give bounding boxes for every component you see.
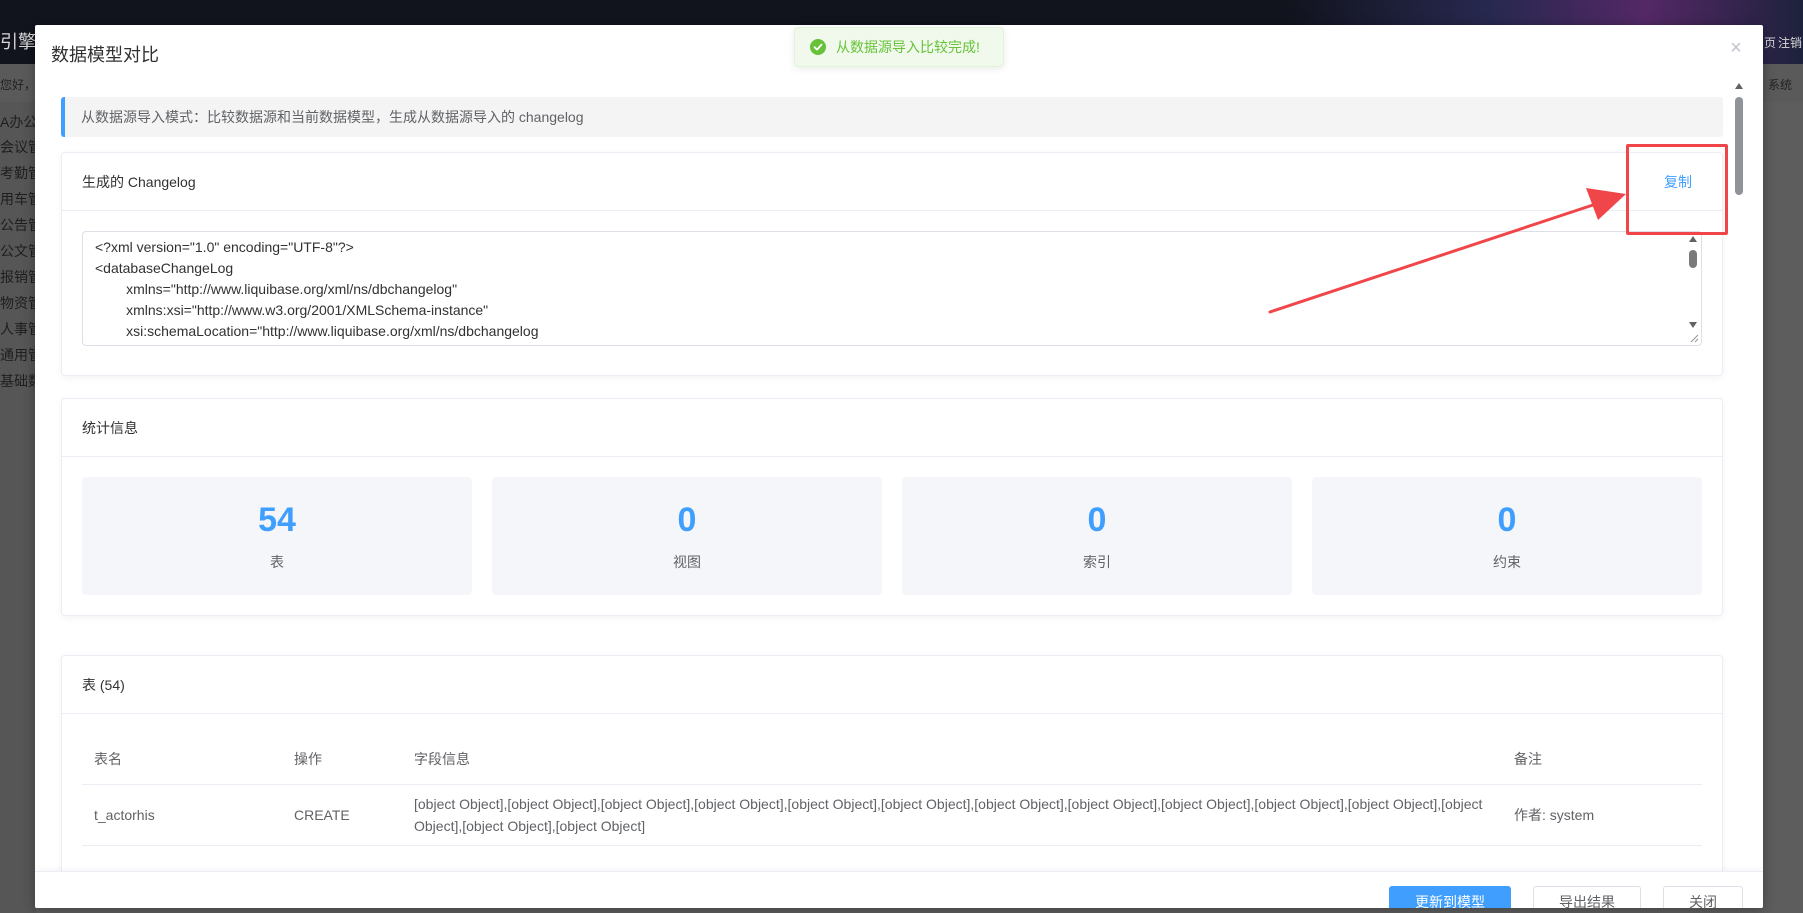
column-header-fields: 字段信息: [402, 734, 1502, 785]
menu-root[interactable]: A办公: [0, 112, 37, 132]
cell-table-name: t_actorhis: [82, 784, 282, 846]
cell-remark: 作者: system: [1502, 784, 1702, 846]
stats-card: 统计信息 54 表 0 视图 0 索引 0 约束: [61, 398, 1723, 616]
stat-tables: 54 表: [82, 477, 472, 595]
app-title: 引擎: [0, 32, 36, 52]
table-header-row: 表名 操作 字段信息 备注: [82, 734, 1702, 785]
cell-operation: CREATE: [282, 784, 402, 846]
copy-button[interactable]: 复制: [1664, 172, 1692, 192]
column-header-name: 表名: [82, 734, 282, 785]
success-toast: 从数据源导入比较完成!: [794, 27, 1004, 67]
scroll-up-icon[interactable]: [1689, 236, 1697, 242]
export-result-button[interactable]: 导出结果: [1533, 886, 1641, 908]
table-row[interactable]: t_actorhis CREATE [object Object],[objec…: [82, 784, 1702, 846]
changelog-textarea[interactable]: <?xml version="1.0" encoding="UTF-8"?> <d…: [82, 231, 1702, 346]
cell-fields: [object Object],[object Object],[object …: [402, 784, 1502, 846]
scroll-up-icon[interactable]: [1735, 83, 1743, 89]
stat-value: 0: [677, 501, 697, 539]
dialog-footer: 更新到模型 导出结果 关闭: [35, 871, 1763, 908]
close-icon[interactable]: ×: [1725, 37, 1747, 59]
stats-card-header: 统计信息: [62, 399, 1722, 457]
changelog-line: <?xml version="1.0" encoding="UTF-8"?>: [95, 239, 354, 255]
changelog-scrollbar[interactable]: [1689, 236, 1697, 340]
topbar-link-logout[interactable]: 注销: [1778, 34, 1802, 51]
scroll-thumb[interactable]: [1689, 250, 1697, 268]
stat-value: 0: [1087, 501, 1107, 539]
stats-grid: 54 表 0 视图 0 索引 0 约束: [82, 477, 1702, 595]
changelog-line: <databaseChangeLog: [95, 260, 234, 276]
system-settings-link[interactable]: 系统: [1768, 76, 1792, 93]
stat-constraints: 0 约束: [1312, 477, 1702, 595]
stat-label: 约束: [1493, 554, 1521, 570]
data-model-compare-dialog: 数据模型对比 × 从数据源导入模式：比较数据源和当前数据模型，生成从数据源导入的…: [35, 25, 1763, 908]
mode-info-text: 从数据源导入模式：比较数据源和当前数据模型，生成从数据源导入的 changelo…: [81, 109, 584, 125]
scroll-down-icon[interactable]: [1689, 322, 1697, 328]
stat-value: 54: [258, 501, 296, 539]
dialog-scrollbar[interactable]: [1735, 83, 1743, 867]
changelog-title: 生成的 Changelog: [82, 173, 196, 190]
column-header-remark: 备注: [1502, 734, 1702, 785]
stat-label: 索引: [1083, 554, 1111, 570]
topbar-link-home[interactable]: 页: [1764, 34, 1776, 51]
resize-handle-icon[interactable]: [1689, 333, 1699, 343]
changelog-line: xmlns="http://www.liquibase.org/xml/ns/d…: [95, 281, 458, 297]
dialog-title: 数据模型对比: [51, 45, 159, 65]
stat-label: 表: [270, 554, 284, 570]
changelog-card: 生成的 Changelog 复制 <?xml version="1.0" enc…: [61, 152, 1723, 376]
changelog-line: http://www.liquibase.org/xml/ns/dbchange…: [95, 342, 1689, 345]
mode-info-alert: 从数据源导入模式：比较数据源和当前数据模型，生成从数据源导入的 changelo…: [61, 97, 1723, 137]
column-header-operation: 操作: [282, 734, 402, 785]
tables-card-header: 表 (54): [62, 656, 1722, 714]
update-model-button[interactable]: 更新到模型: [1389, 886, 1511, 908]
scroll-thumb[interactable]: [1735, 97, 1743, 195]
success-check-icon: [810, 39, 826, 55]
stat-value: 0: [1497, 501, 1517, 539]
close-button[interactable]: 关闭: [1663, 886, 1743, 908]
changelog-line: xsi:schemaLocation="http://www.liquibase…: [95, 323, 539, 339]
stat-indexes: 0 索引: [902, 477, 1292, 595]
changelog-content: <?xml version="1.0" encoding="UTF-8"?> <d…: [83, 232, 1701, 345]
stat-label: 视图: [673, 554, 701, 570]
toast-message: 从数据源导入比较完成!: [836, 39, 980, 55]
tables-title: 表 (54): [82, 676, 125, 693]
tables-table: 表名 操作 字段信息 备注 t_actorhis CREATE [object …: [82, 734, 1702, 846]
changelog-line: xmlns:xsi="http://www.w3.org/2001/XMLSch…: [95, 302, 489, 318]
stat-views: 0 视图: [492, 477, 882, 595]
changelog-card-header: 生成的 Changelog 复制: [62, 153, 1722, 211]
stats-title: 统计信息: [82, 419, 138, 436]
